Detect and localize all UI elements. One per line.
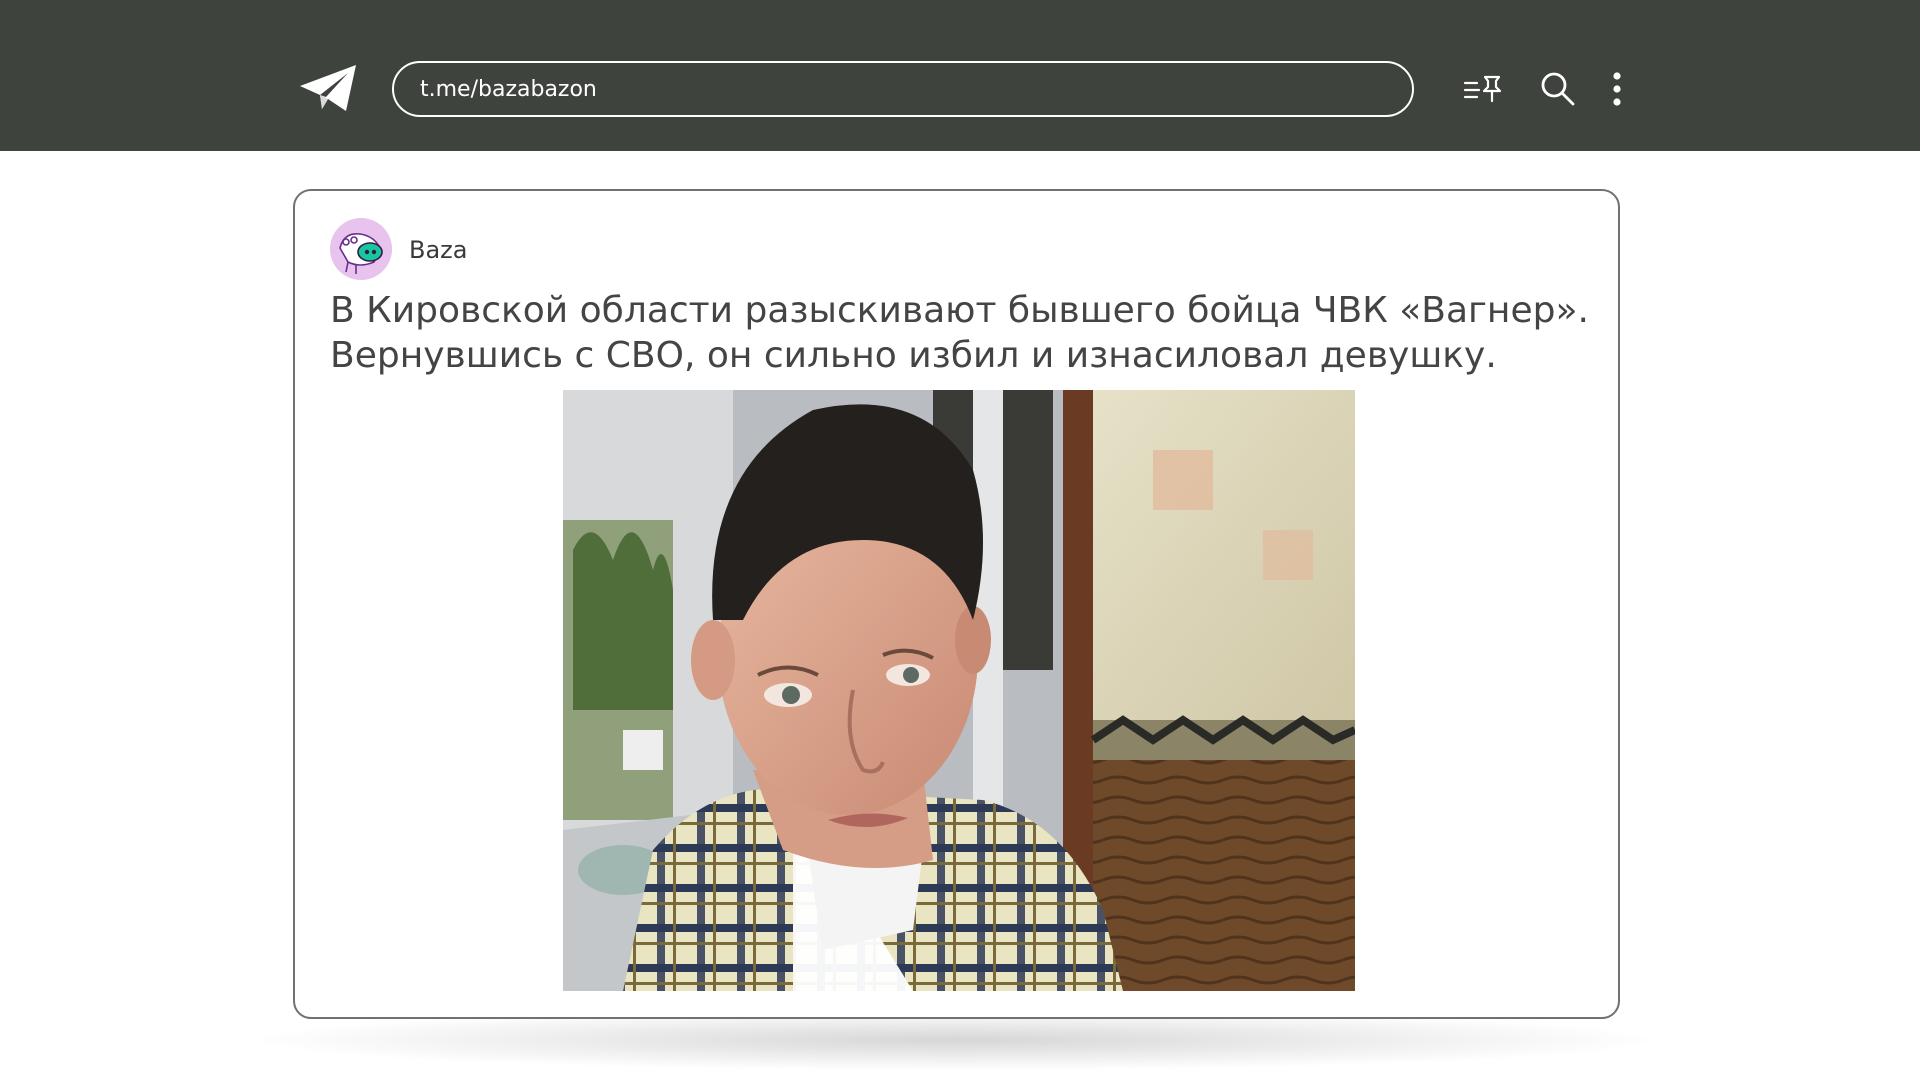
post-text-line-1: В Кировской области разыскивают бывшего … [330,290,1589,331]
url-input[interactable] [420,76,1380,102]
post-text: В Кировской области разыскивают бывшего … [330,288,1590,378]
search-icon[interactable] [1538,68,1578,110]
post-card: Baza В Кировской области разыскивают быв… [293,189,1620,1019]
pinned-list-icon[interactable] [1460,68,1506,110]
url-bar[interactable] [392,61,1414,117]
post-text-line-2: Вернувшись с СВО, он сильно избил и изна… [330,335,1497,376]
more-vertical-icon[interactable] [1602,68,1632,110]
card-shadow [260,1010,1650,1070]
post-photo[interactable] [563,390,1355,991]
telegram-logo-icon[interactable] [298,63,360,115]
channel-avatar[interactable] [330,218,392,280]
top-bar [0,0,1920,151]
channel-name[interactable]: Baza [409,236,467,264]
